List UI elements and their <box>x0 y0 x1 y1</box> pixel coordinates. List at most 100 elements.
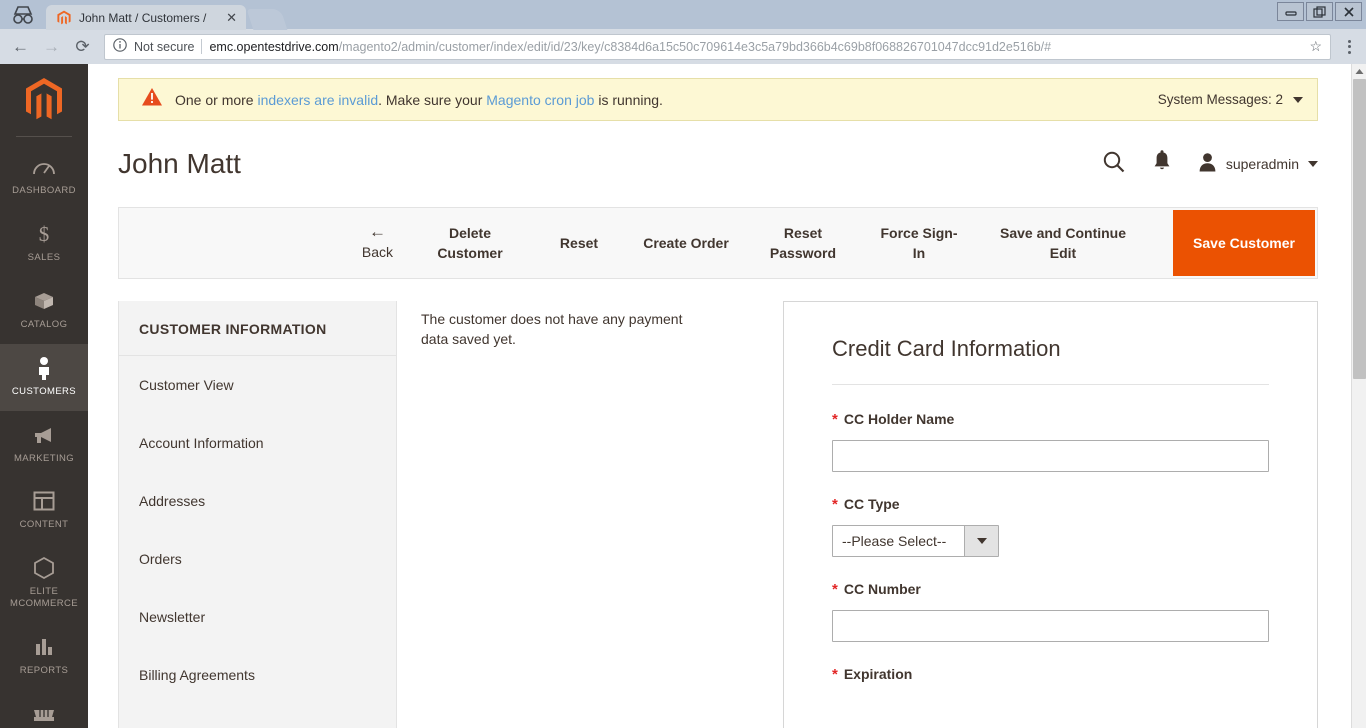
msg-part-1: One or more <box>175 91 258 108</box>
tab-customer-view[interactable]: Customer View <box>119 356 396 414</box>
omnibox-divider <box>201 39 203 54</box>
customer-information-panel: CUSTOMER INFORMATION Customer View Accou… <box>118 301 397 728</box>
customer-information-title: CUSTOMER INFORMATION <box>119 301 396 356</box>
tab-billing-agreements[interactable]: Billing Agreements <box>119 646 396 704</box>
svg-text:$: $ <box>39 222 50 246</box>
person-icon <box>3 355 85 381</box>
sidebar-item-reports[interactable]: Reports <box>0 623 88 690</box>
tab-newsletter[interactable]: Newsletter <box>119 588 396 646</box>
reset-button[interactable]: Reset <box>531 208 627 278</box>
back-icon[interactable]: ← <box>6 32 35 61</box>
msg-part-3: is running. <box>594 91 663 108</box>
url-path: /magento2/admin/customer/index/edit/id/2… <box>338 39 1052 54</box>
cc-holder-name-input[interactable] <box>832 440 1269 472</box>
sidebar-label-catalog: Catalog <box>20 318 68 330</box>
select-arrow-button[interactable] <box>964 526 998 556</box>
cc-number-input[interactable] <box>832 610 1269 642</box>
cc-holder-name-label-text: CC Holder Name <box>843 411 955 427</box>
chevron-down-icon <box>976 538 987 544</box>
sidebar-item-customers[interactable]: Customers <box>0 343 88 411</box>
reload-icon[interactable]: ⟳ <box>68 32 97 61</box>
sidebar-divider <box>16 136 72 137</box>
payment-notice-column: The customer does not have any payment d… <box>397 301 783 728</box>
admin-content: One or more indexers are invalid. Make s… <box>88 64 1366 728</box>
sidebar-item-stores[interactable]: Stores <box>0 690 88 728</box>
sidebar-item-dashboard[interactable]: Dashboard <box>0 143 88 210</box>
system-message-text: One or more indexers are invalid. Make s… <box>175 92 663 108</box>
sidebar-label-content: Content <box>19 519 69 531</box>
incognito-icon <box>0 0 46 29</box>
bar-chart-icon <box>3 634 85 660</box>
warning-icon <box>141 87 163 112</box>
field-expiration: * Expiration <box>832 666 1269 683</box>
sidebar-label-elite-mcommerce: Elite Mcommerce <box>10 586 78 610</box>
sidebar-label-sales: Sales <box>27 251 61 263</box>
sidebar-item-content[interactable]: Content <box>0 477 88 544</box>
page-scrollbar[interactable] <box>1351 64 1366 728</box>
field-cc-type: * CC Type --Please Select-- <box>832 496 1269 557</box>
address-bar[interactable]: Not secure emc.opentestdrive.com/magento… <box>104 33 1331 60</box>
delete-customer-button[interactable]: Delete Customer <box>409 208 531 278</box>
cc-holder-name-label: * CC Holder Name <box>832 411 1269 428</box>
minimize-button[interactable] <box>1277 2 1304 21</box>
content-columns: CUSTOMER INFORMATION Customer View Accou… <box>118 301 1318 728</box>
browser-tab[interactable]: John Matt / Customers / ✕ <box>46 5 246 30</box>
scroll-up-icon[interactable] <box>1352 64 1366 79</box>
system-messages-count: System Messages: 2 <box>1157 92 1283 107</box>
field-cc-number: * CC Number <box>832 581 1269 642</box>
back-button[interactable]: ← Back <box>346 208 409 278</box>
tab-account-information[interactable]: Account Information <box>119 414 396 472</box>
bell-icon[interactable] <box>1152 150 1172 178</box>
window-controls <box>1277 2 1362 21</box>
url-domain: emc.opentestdrive.com <box>209 39 339 54</box>
dollar-icon: $ <box>3 221 85 247</box>
credit-card-title: Credit Card Information <box>832 336 1061 361</box>
page-viewport: Dashboard $ Sales Catalog Customers Mark… <box>0 64 1366 728</box>
bookmark-star-icon[interactable]: ☆ <box>1309 38 1322 55</box>
browser-toolbar: ← → ⟳ Not secure emc.opentestdrive.com/m… <box>0 29 1366 64</box>
force-sign-in-button[interactable]: Force Sign-In <box>861 208 977 278</box>
sidebar-label-customers: Customers <box>11 385 77 397</box>
save-and-continue-edit-button[interactable]: Save and Continue Edit <box>977 208 1149 278</box>
cc-number-label: * CC Number <box>832 581 1269 598</box>
field-cc-holder-name: * CC Holder Name <box>832 411 1269 472</box>
indexers-link[interactable]: indexers are invalid <box>257 92 378 108</box>
save-customer-button[interactable]: Save Customer <box>1173 210 1315 276</box>
megaphone-icon <box>3 422 85 448</box>
user-menu[interactable]: superadmin <box>1198 152 1318 177</box>
sidebar-label-reports: Reports <box>19 665 69 676</box>
cc-type-select[interactable]: --Please Select-- <box>832 525 999 557</box>
cc-type-label: * CC Type <box>832 496 1269 513</box>
cron-job-link[interactable]: Magento cron job <box>486 92 594 108</box>
search-icon[interactable] <box>1102 150 1126 179</box>
credit-card-panel: Credit Card Information * CC Holder Name… <box>783 301 1318 728</box>
sidebar-item-catalog[interactable]: Catalog <box>0 277 88 344</box>
scrollbar-thumb[interactable] <box>1353 79 1366 379</box>
payment-notice-text: The customer does not have any payment d… <box>421 311 683 348</box>
new-tab-button[interactable] <box>246 9 288 30</box>
page-title: John Matt <box>118 148 241 179</box>
tab-addresses[interactable]: Addresses <box>119 472 396 530</box>
browser-menu-icon[interactable] <box>1338 39 1360 54</box>
user-name: superadmin <box>1225 156 1299 172</box>
tab-orders[interactable]: Orders <box>119 530 396 588</box>
cc-type-label-text: CC Type <box>843 496 900 512</box>
page-actions-toolbar: ← Back Delete Customer Reset Create Orde… <box>118 207 1318 279</box>
sidebar-item-marketing[interactable]: Marketing <box>0 411 88 478</box>
create-order-button[interactable]: Create Order <box>627 208 745 278</box>
hexagon-icon <box>3 555 85 581</box>
sidebar-item-sales[interactable]: $ Sales <box>0 210 88 277</box>
system-messages-toggle[interactable]: System Messages: 2 <box>1158 92 1303 107</box>
sidebar-item-elite-mcommerce[interactable]: Elite Mcommerce <box>0 544 88 623</box>
reset-password-button[interactable]: Reset Password <box>745 208 861 278</box>
maximize-button[interactable] <box>1306 2 1333 21</box>
system-message-banner: One or more indexers are invalid. Make s… <box>118 78 1318 121</box>
close-button[interactable] <box>1335 2 1362 21</box>
avatar <box>1198 152 1217 177</box>
magento-favicon-icon <box>56 10 72 26</box>
storefront-icon <box>3 701 85 727</box>
magento-logo-icon[interactable] <box>0 64 88 136</box>
tab-title: John Matt / Customers / <box>79 10 207 25</box>
page-header: John Matt superadmin <box>118 121 1318 207</box>
tab-close-icon[interactable]: ✕ <box>223 11 240 24</box>
